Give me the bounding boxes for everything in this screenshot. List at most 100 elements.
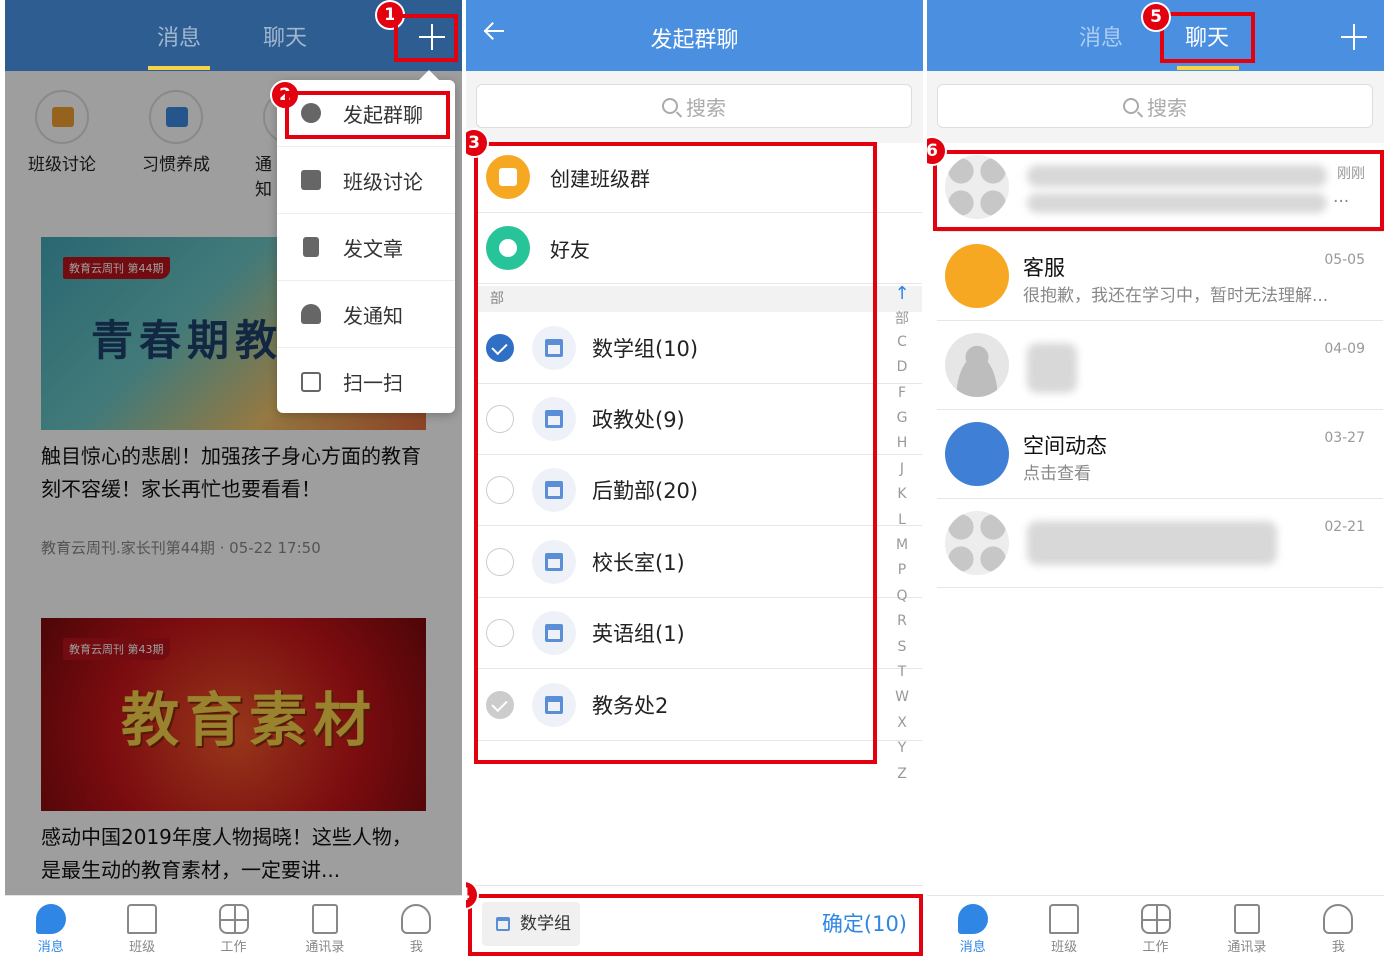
group-row-math[interactable]: 数学组(10) (476, 313, 922, 384)
alpha-index-letter[interactable]: Q (894, 588, 910, 604)
menu-scan[interactable]: 扫一扫 (277, 348, 455, 415)
alpha-index-letter[interactable]: Z (894, 766, 910, 782)
grid-icon (218, 904, 249, 934)
search-input[interactable]: 搜索 (476, 84, 912, 128)
alpha-index-letter[interactable]: M (894, 537, 910, 553)
menu-post-article[interactable]: 发文章 (277, 214, 455, 281)
nav-class[interactable]: 班级 (96, 896, 187, 963)
chat-time: 03-27 (1324, 430, 1365, 446)
avatar (945, 333, 1009, 397)
blurred-message (1027, 193, 1327, 213)
message-icon (35, 904, 66, 934)
nav-label: 消息 (959, 940, 986, 955)
group-label: 数学组(10) (592, 337, 699, 361)
menu-post-notice[interactable]: 发通知 (277, 281, 455, 348)
step-badge-2: 2 (270, 80, 300, 110)
alpha-index-letter[interactable]: Y (894, 740, 910, 756)
alpha-index-letter[interactable]: L (894, 512, 910, 528)
friends-entry[interactable]: 好友 (476, 213, 922, 284)
alpha-index-letter[interactable]: X (894, 715, 910, 731)
alpha-index-letter[interactable]: P (894, 562, 910, 578)
selected-chip[interactable]: 数学组 (482, 902, 580, 946)
tab-chat[interactable]: 聊天 (263, 20, 307, 52)
nav-me[interactable]: 我 (371, 896, 462, 963)
nav-contacts[interactable]: 通讯录 (279, 896, 370, 963)
checkbox[interactable] (486, 548, 514, 576)
menu-start-group-chat[interactable]: 发起群聊 (277, 80, 455, 147)
contacts-icon (311, 904, 338, 934)
menu-label: 扫一扫 (343, 371, 403, 395)
confirm-button[interactable]: 确定(10) (822, 908, 907, 938)
chat-row-space-updates[interactable]: 空间动态 点击查看 03-27 (937, 410, 1383, 499)
nav-class[interactable]: 班级 (1018, 896, 1109, 963)
alpha-index-letter[interactable]: K (894, 486, 910, 502)
org-chart-icon (532, 611, 576, 655)
alpha-index-letter[interactable]: H (894, 435, 910, 451)
plus-icon[interactable] (1341, 24, 1367, 50)
alpha-index-letter[interactable]: D (894, 359, 910, 375)
tab-underline (1177, 66, 1239, 70)
nav-label: 我 (409, 940, 423, 955)
checkbox[interactable] (486, 619, 514, 647)
person-icon (401, 904, 432, 934)
chat-time: 04-09 (1324, 341, 1365, 357)
search-icon (662, 98, 678, 114)
tab-chat[interactable]: 聊天 (1185, 20, 1229, 52)
group-label: 教务处2 (592, 694, 669, 718)
row-label: 创建班级群 (550, 166, 650, 191)
nav-work[interactable]: 工作 (188, 896, 279, 963)
tab-underline (148, 66, 210, 70)
chat-row-new-group[interactable]: ... 刚刚 (937, 143, 1383, 232)
home-icon (1049, 904, 1080, 934)
menu-label: 班级讨论 (343, 169, 423, 194)
create-class-group[interactable]: 创建班级群 (476, 142, 922, 213)
alpha-index-letter[interactable]: J (894, 461, 910, 477)
alpha-index-letter[interactable]: C (894, 334, 910, 350)
nav-messages[interactable]: 消息 (5, 896, 96, 963)
nav-me[interactable]: 我 (1293, 896, 1384, 963)
checkbox-checked[interactable] (486, 334, 514, 362)
alpha-index-letter[interactable]: S (894, 639, 910, 655)
menu-class-discussion[interactable]: 班级讨论 (277, 147, 455, 214)
org-chart-icon (532, 540, 576, 584)
alpha-index-letter[interactable]: W (894, 689, 910, 705)
group-row-logistics[interactable]: 后勤部(20) (476, 455, 922, 526)
home-icon (127, 904, 158, 934)
org-chart-icon (532, 468, 576, 512)
alpha-index-letter[interactable]: T (894, 664, 910, 680)
chat-row-group[interactable]: 02-21 (937, 499, 1383, 588)
alpha-index-letter[interactable]: F (894, 385, 910, 401)
tab-messages[interactable]: 消息 (1079, 20, 1123, 52)
alpha-index-letter[interactable]: ↑ (894, 283, 910, 304)
checkbox[interactable] (486, 476, 514, 504)
home-icon (486, 155, 530, 199)
group-label: 政教处(9) (592, 408, 685, 432)
tab-messages[interactable]: 消息 (157, 20, 201, 52)
step-badge-1: 1 (375, 0, 405, 30)
alpha-index-letter[interactable]: G (894, 410, 910, 426)
group-row-principal[interactable]: 校长室(1) (476, 527, 922, 598)
step-badge-5: 5 (1141, 2, 1171, 32)
bottom-nav: 消息 班级 工作 通讯录 我 (927, 895, 1384, 963)
nav-work[interactable]: 工作 (1110, 896, 1201, 963)
nav-label: 班级 (1051, 940, 1078, 955)
group-row-english[interactable]: 英语组(1) (476, 598, 922, 669)
alpha-index-letter[interactable]: R (894, 613, 910, 629)
search-input[interactable]: 搜索 (937, 84, 1373, 128)
checkbox[interactable] (486, 405, 514, 433)
menu-label: 发起群聊 (343, 102, 423, 127)
chat-message: 很抱歉，我还在学习中，暂时无法理解... (1023, 286, 1329, 306)
group-row-academic[interactable]: 教务处2 (476, 670, 922, 741)
nav-messages[interactable]: 消息 (927, 896, 1018, 963)
chat-row-support[interactable]: 客服 很抱歉，我还在学习中，暂时无法理解... 05-05 (937, 232, 1383, 321)
blurred-name (1027, 343, 1077, 393)
chat-row-contact[interactable]: 04-09 (937, 321, 1383, 410)
org-chart-icon (532, 326, 576, 370)
nav-contacts[interactable]: 通讯录 (1201, 896, 1292, 963)
plus-icon[interactable] (419, 24, 445, 50)
alpha-index-letter[interactable]: 部 (894, 308, 910, 328)
org-chart-icon (532, 683, 576, 727)
group-label: 后勤部(20) (592, 479, 699, 503)
chat-message: ... (1333, 187, 1350, 207)
group-row-politics[interactable]: 政教处(9) (476, 384, 922, 455)
